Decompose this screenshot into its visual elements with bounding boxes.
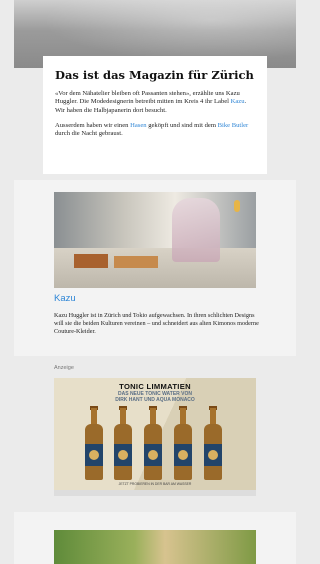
page-title: Das ist das Magazin für Zürich xyxy=(55,68,254,82)
bottle-icon xyxy=(173,406,193,480)
bottle-icon xyxy=(84,406,104,480)
ad-subline: DAS NEUE TONIC WATER VON DIRK HANT UND A… xyxy=(115,391,195,403)
feature-description: Kazu Huggler ist in Zürich und Tokio auf… xyxy=(54,312,259,335)
feature-title-link[interactable]: Kazu xyxy=(54,293,76,304)
bottle-icon xyxy=(113,406,133,480)
intro-paragraph-1: «Vor dem Nähatelier bleiben oft Passante… xyxy=(55,90,247,114)
intro-card: Das ist das Magazin für Zürich «Vor dem … xyxy=(43,56,267,174)
kazu-link[interactable]: Kazu xyxy=(231,98,245,105)
ad-headline: TONIC LIMMATIEN xyxy=(119,382,191,391)
next-feature-photo[interactable] xyxy=(54,530,256,564)
bike-butler-link[interactable]: Bike Butler xyxy=(218,122,249,129)
next-feature-card[interactable] xyxy=(14,512,296,564)
ad-footer: JETZT PROBIEREN IN DER BAR AM WASSER xyxy=(118,482,192,486)
intro-paragraph-2: Ausserdem haben wir einen Hasen geköpft … xyxy=(55,121,249,138)
bottle-icon xyxy=(203,406,223,480)
feature-card[interactable]: Kazu Kazu Huggler ist in Zürich und Toki… xyxy=(14,180,296,356)
bottle-icon xyxy=(143,406,163,480)
ad-label: Anzeige xyxy=(54,365,74,371)
hasen-link[interactable]: Hasen xyxy=(130,122,146,129)
feature-photo[interactable] xyxy=(54,192,256,288)
ad-banner[interactable]: TONIC LIMMATIEN DAS NEUE TONIC WATER VON… xyxy=(54,378,256,490)
